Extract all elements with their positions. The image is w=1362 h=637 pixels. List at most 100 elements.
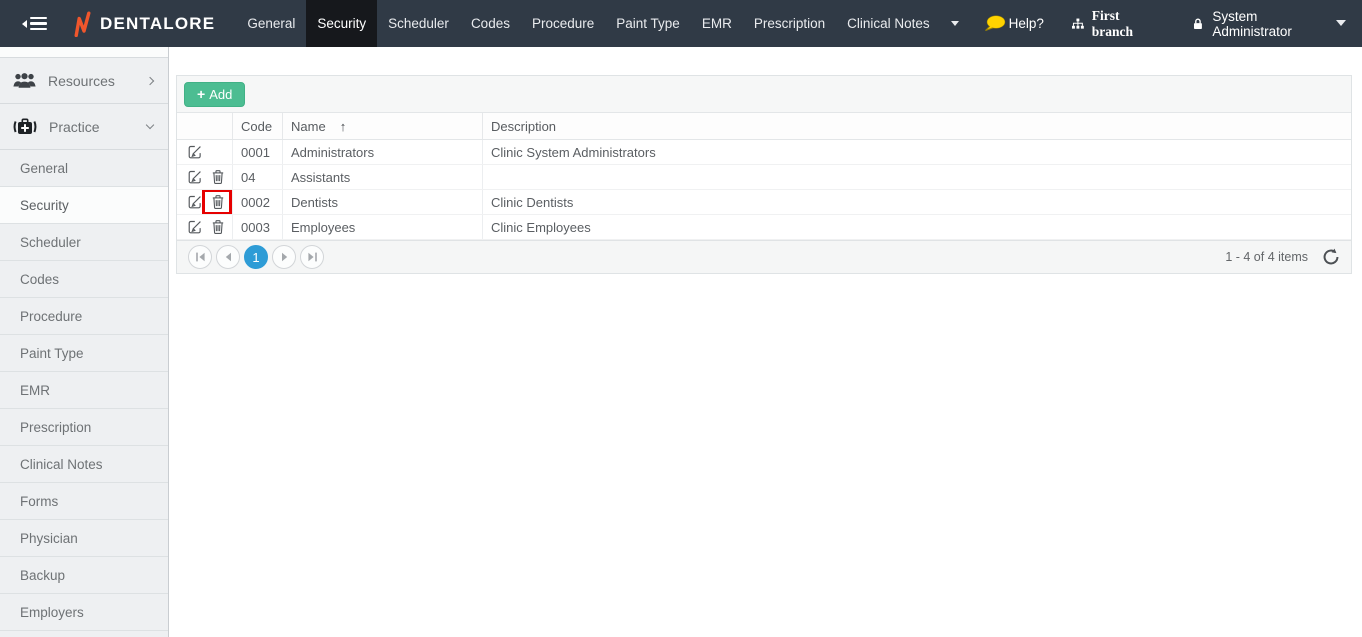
sidebar-group-resources[interactable]: Resources [0, 58, 168, 104]
hamburger-menu-icon [30, 17, 47, 30]
sidebar-collapse-toggle[interactable] [0, 0, 47, 47]
sidebar-item-security[interactable]: Security [0, 187, 168, 224]
edit-button[interactable] [187, 219, 202, 235]
cell-code: 0002 [233, 190, 283, 214]
sidebar-item-procedure[interactable]: Procedure [0, 298, 168, 335]
topnav-item-procedure[interactable]: Procedure [521, 0, 605, 47]
cell-name: Assistants [283, 165, 483, 189]
topnav-item-emr[interactable]: EMR [691, 0, 743, 47]
sidebar-group-label: Resources [48, 73, 115, 89]
sidebar-item-codes[interactable]: Codes [0, 261, 168, 298]
column-header-description[interactable]: Description [483, 113, 1351, 139]
user-menu[interactable]: System Administrator [1193, 9, 1346, 39]
nav-overflow-dropdown[interactable] [941, 17, 969, 30]
row-actions-cell [177, 190, 233, 214]
sidebar-group-label: Practice [49, 119, 100, 135]
first-page-button[interactable] [188, 245, 212, 269]
sort-ascending-icon: ↑ [340, 119, 347, 134]
last-page-button[interactable] [300, 245, 324, 269]
trash-icon [212, 195, 224, 209]
column-header-code[interactable]: Code [233, 113, 283, 139]
sidebar-item-emr[interactable]: EMR [0, 372, 168, 409]
cell-code: 04 [233, 165, 283, 189]
topnav-item-security[interactable]: Security [306, 0, 377, 47]
row-actions-cell [177, 165, 233, 189]
trash-icon [212, 170, 224, 184]
people-icon [13, 73, 36, 89]
next-page-icon [280, 252, 289, 262]
logo-zigzag-icon [74, 11, 91, 37]
cell-description: Clinic System Administrators [483, 140, 1351, 164]
edit-icon [188, 145, 202, 159]
refresh-icon [1322, 248, 1340, 266]
chevron-right-icon [146, 76, 154, 84]
branch-selector[interactable]: First branch [1072, 8, 1158, 40]
next-page-button[interactable] [272, 245, 296, 269]
table-row: 04Assistants [177, 165, 1351, 190]
help-button[interactable]: Help? [983, 15, 1044, 32]
sidebar-item-backup[interactable]: Backup [0, 557, 168, 594]
edit-icon [188, 170, 202, 184]
branch-label: First branch [1092, 8, 1158, 40]
refresh-button[interactable] [1322, 248, 1340, 266]
cell-description: Clinic Dentists [483, 190, 1351, 214]
table-header-row: Code Name ↑ Description [177, 113, 1351, 140]
table-row: 0002DentistsClinic Dentists [177, 190, 1351, 215]
topnav-item-scheduler[interactable]: Scheduler [377, 0, 460, 47]
cell-name: Employees [283, 215, 483, 239]
sidebar-item-scheduler[interactable]: Scheduler [0, 224, 168, 261]
sidebar-item-clinical-notes[interactable]: Clinical Notes [0, 446, 168, 483]
grid-toolbar: + Add [177, 76, 1351, 113]
topnav-item-general[interactable]: General [236, 0, 306, 47]
sidebar: Resources Practice GeneralSecuritySchedu… [0, 47, 169, 637]
topnav-item-paint-type[interactable]: Paint Type [605, 0, 691, 47]
delete-button[interactable] [210, 219, 225, 235]
collapse-arrow-icon [18, 20, 27, 28]
topnav-item-prescription[interactable]: Prescription [743, 0, 836, 47]
sidebar-item-physician[interactable]: Physician [0, 520, 168, 557]
cell-name: Administrators [283, 140, 483, 164]
table-row: 0001AdministratorsClinic System Administ… [177, 140, 1351, 165]
add-button-label: Add [209, 87, 232, 102]
cell-code: 0003 [233, 215, 283, 239]
medical-bag-icon [13, 117, 37, 137]
sidebar-item-employers[interactable]: Employers [0, 594, 168, 631]
cell-name: Dentists [283, 190, 483, 214]
sidebar-items: GeneralSecuritySchedulerCodesProcedurePa… [0, 150, 168, 631]
add-button[interactable]: + Add [184, 82, 245, 107]
previous-page-button[interactable] [216, 245, 240, 269]
edit-button[interactable] [187, 169, 202, 185]
edit-button[interactable] [187, 144, 202, 160]
cell-description [483, 165, 1351, 189]
sidebar-item-prescription[interactable]: Prescription [0, 409, 168, 446]
table-body: 0001AdministratorsClinic System Administ… [177, 140, 1351, 240]
chevron-down-icon [951, 21, 959, 30]
edit-icon [188, 220, 202, 234]
column-header-name[interactable]: Name ↑ [283, 113, 483, 139]
last-page-icon [307, 252, 318, 262]
help-label: Help? [1009, 16, 1044, 31]
sidebar-item-general[interactable]: General [0, 150, 168, 187]
edit-button[interactable] [187, 194, 202, 210]
delete-button[interactable] [210, 169, 225, 185]
sidebar-item-paint-type[interactable]: Paint Type [0, 335, 168, 372]
topnav-items: GeneralSecuritySchedulerCodesProcedurePa… [236, 0, 940, 47]
help-bubble-icon [983, 15, 1006, 32]
topnav-item-codes[interactable]: Codes [460, 0, 521, 47]
user-chevron-down-icon [1336, 20, 1346, 31]
sidebar-item-forms[interactable]: Forms [0, 483, 168, 520]
brand-logo[interactable]: DENTALORE [74, 0, 215, 47]
delete-button[interactable] [210, 194, 225, 210]
sidebar-group-practice[interactable]: Practice [0, 104, 168, 150]
sidebar-top-strip [0, 47, 168, 58]
topnav-item-clinical-notes[interactable]: Clinical Notes [836, 0, 941, 47]
table-row: 0003EmployeesClinic Employees [177, 215, 1351, 240]
main-content: + Add Code Name ↑ Description 0001Admini… [169, 47, 1362, 637]
row-actions-cell [177, 215, 233, 239]
trash-icon [212, 220, 224, 234]
pagination-bar: 1 1 - 4 of 4 items [177, 240, 1351, 273]
user-label: System Administrator [1212, 9, 1327, 39]
page-1-button[interactable]: 1 [244, 245, 268, 269]
sitemap-icon [1072, 18, 1084, 30]
plus-icon: + [197, 87, 205, 101]
